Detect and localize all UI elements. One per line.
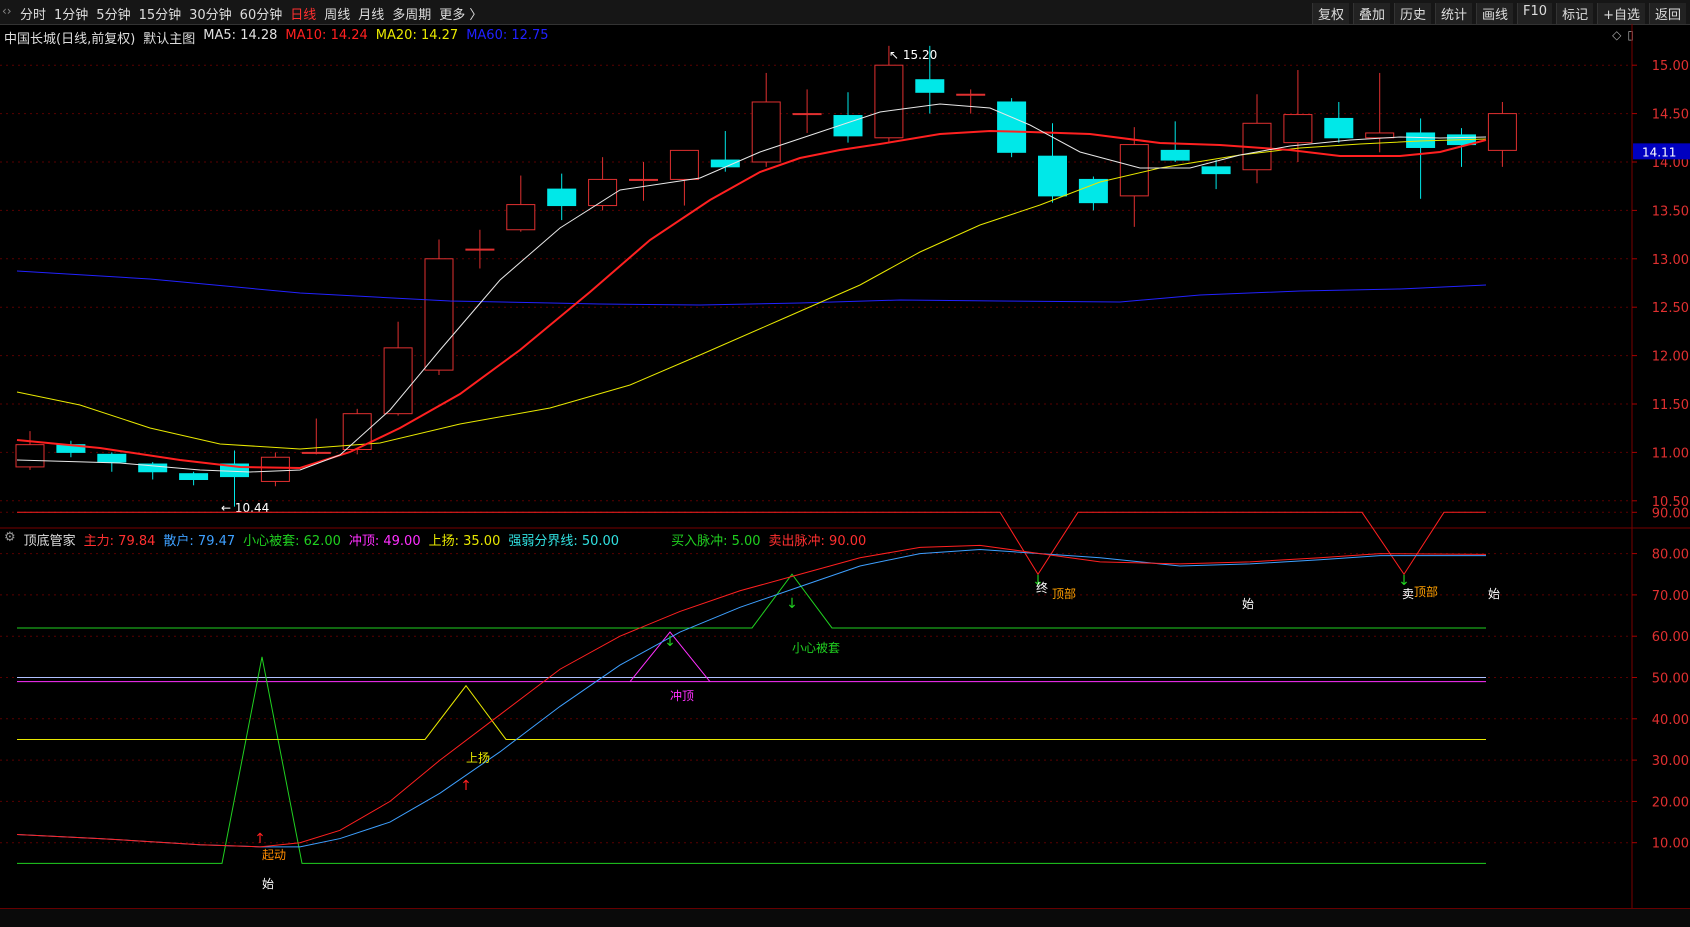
candle-body xyxy=(383,347,413,415)
start-label-1: 始 xyxy=(262,877,274,891)
indicator-axis-label: 40.00 xyxy=(1652,713,1689,728)
indicator-axis-label: 10.00 xyxy=(1652,837,1689,852)
candle-body xyxy=(874,64,904,139)
candle-body xyxy=(301,451,331,454)
candle-body xyxy=(997,101,1027,153)
price-axis-label: 14.50 xyxy=(1652,108,1689,123)
start-label-3: 始 xyxy=(1488,587,1500,601)
qidong-arrow: ↑ xyxy=(254,831,266,847)
candle-body xyxy=(97,453,127,463)
candle-body xyxy=(179,473,209,481)
chongding-label: 冲顶 xyxy=(670,688,694,703)
shangyang-arrow: ↑ xyxy=(460,778,472,794)
candle-body xyxy=(1365,132,1395,139)
top-label-1: 顶部 xyxy=(1052,586,1076,601)
high-price-label: ↖ 15.20 xyxy=(889,48,937,62)
candle-body xyxy=(669,149,699,180)
low-price-label: ← 10.44 xyxy=(221,501,269,515)
retail-line xyxy=(16,548,1486,848)
xiaoxin-line xyxy=(17,573,1486,629)
candle-body xyxy=(15,444,45,468)
date-axis-bar xyxy=(0,908,1690,927)
candle-body xyxy=(465,248,495,251)
candle-body xyxy=(751,101,781,163)
shangyang-label: 上扬 xyxy=(466,750,490,765)
price-axis-label: 12.00 xyxy=(1652,350,1689,365)
stock-chart[interactable]: 15.0014.5014.0013.5013.0012.5012.0011.50… xyxy=(0,0,1690,926)
candle-body xyxy=(1283,114,1313,144)
price-axis-label: 11.00 xyxy=(1652,446,1689,461)
candle-body xyxy=(1487,113,1517,151)
current-price-label: 14.11 xyxy=(1642,145,1676,159)
shangyang-line xyxy=(17,684,1486,740)
price-axis-label: 13.00 xyxy=(1652,253,1689,268)
candle-body xyxy=(915,79,945,93)
zhong-label: 终 xyxy=(1036,580,1048,595)
sell-pulse-line xyxy=(17,511,1486,576)
candle-body xyxy=(1038,155,1067,197)
candle-body xyxy=(1119,144,1149,197)
ma10-line xyxy=(16,129,1487,470)
price-axis-label: 13.50 xyxy=(1652,204,1689,219)
candle-body xyxy=(629,178,658,181)
candle-body xyxy=(1201,166,1231,175)
candle-body xyxy=(1160,149,1190,161)
indicator-axis-label: 90.00 xyxy=(1652,506,1689,521)
candle-body xyxy=(710,159,740,168)
price-axis-label: 11.50 xyxy=(1652,398,1689,413)
candle-body xyxy=(1078,178,1108,204)
ma20-line xyxy=(16,138,1487,450)
start-label-2: 始 xyxy=(1242,597,1254,611)
indicator-axis-label: 80.00 xyxy=(1652,548,1689,563)
indicator-axis-label: 60.00 xyxy=(1652,630,1689,645)
indicator-axis-label: 30.00 xyxy=(1652,754,1689,769)
price-axis-label: 15.00 xyxy=(1652,59,1689,74)
candle-body xyxy=(547,188,577,207)
xiaoxin-label: 小心被套 xyxy=(792,641,840,655)
chongding-arrow: ↓ xyxy=(664,634,676,650)
candle-body xyxy=(792,113,822,116)
top-label-2: 顶部 xyxy=(1414,584,1438,599)
qidong-label: 起动 xyxy=(262,848,286,862)
indicator-axis-label: 20.00 xyxy=(1652,795,1689,810)
candle-body xyxy=(956,93,986,96)
price-axis-label: 12.50 xyxy=(1652,301,1689,316)
candle-body xyxy=(1324,117,1354,139)
candle-body xyxy=(506,204,536,231)
ma60-line xyxy=(16,270,1487,306)
xiaoxin-arrow: ↓ xyxy=(786,596,798,612)
mai-label: 卖 xyxy=(1402,587,1414,601)
candle-body xyxy=(260,456,290,482)
candle-body xyxy=(588,178,618,207)
indicator-axis-label: 70.00 xyxy=(1652,589,1689,604)
indicator-axis-label: 50.00 xyxy=(1652,672,1689,687)
candle-body xyxy=(424,258,454,371)
